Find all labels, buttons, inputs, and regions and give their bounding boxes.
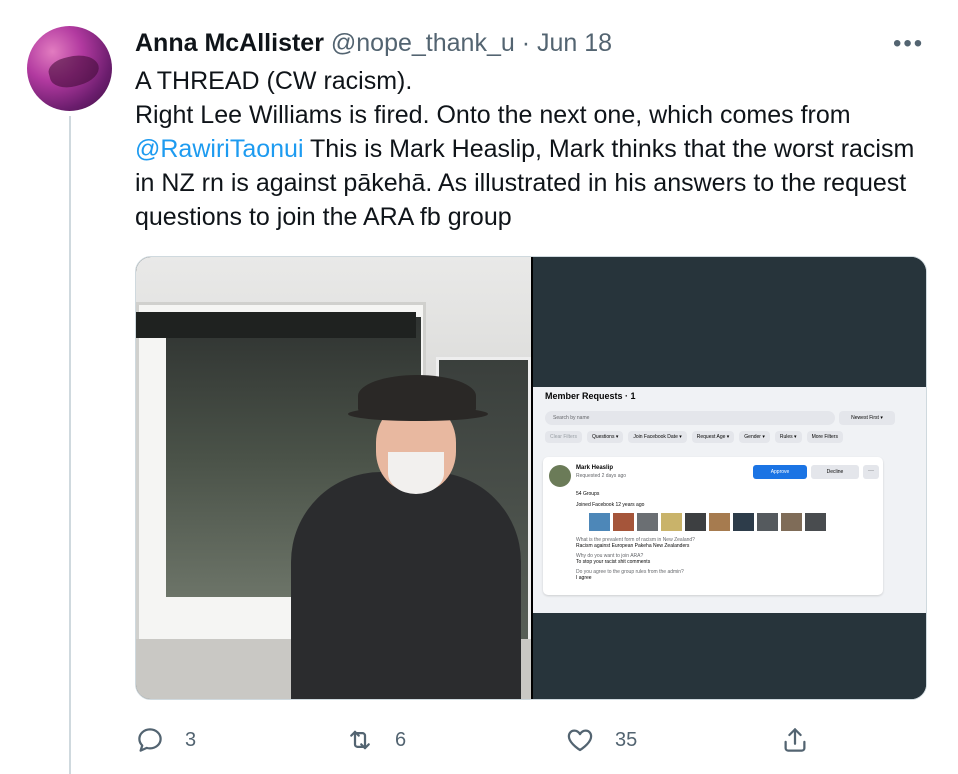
share-icon [784,728,806,752]
fb-filter: Clear Filters [545,431,582,443]
fb-photo [709,513,730,531]
tweet-date[interactable]: Jun 18 [537,29,612,57]
fb-filter: Rules ▾ [774,431,802,443]
reply-icon [138,728,162,752]
fb-search-input: Search by name [545,411,835,425]
photo-man-portrait[interactable] [136,257,531,699]
fb-joined: Joined Facebook 12 years ago [576,502,645,508]
like-count: 35 [615,728,638,751]
fb-avatar [549,465,571,487]
photo-man-beard [388,452,444,494]
fb-photo [781,513,802,531]
fb-title: Member Requests · 1 [545,391,636,401]
fb-q3: Do you agree to the group rules from the… [576,569,684,575]
handle[interactable]: @nope_thank_u [331,29,515,57]
fb-a3: I agree [576,575,592,581]
fb-groups: 54 Groups [576,491,600,497]
fb-screenshot-bottom [533,613,926,699]
tweet-text-line1: A THREAD (CW racism). [135,67,413,95]
fb-member-name: Mark Heaslip [576,465,614,471]
display-name[interactable]: Anna McAllister [135,29,324,57]
photo-awning [136,312,416,338]
fb-approve-button: Approve [753,465,807,479]
mention-link[interactable]: @RawiriTaonui [135,135,304,163]
fb-decline-button: Decline [811,465,859,479]
share-button[interactable] [780,725,810,755]
separator: · [521,29,531,57]
reply-button[interactable]: 3 [135,725,196,755]
retweet-icon [350,730,370,750]
fb-filter: Join Facebook Date ▾ [628,431,687,443]
reply-count: 3 [185,728,197,751]
fb-filters: Clear Filters Questions ▾ Join Facebook … [545,431,843,443]
thread-line [69,116,71,774]
tweet-text-before: Right Lee Williams is fired. Onto the ne… [135,101,851,129]
fb-photo [805,513,826,531]
retweet-button[interactable]: 6 [345,725,406,755]
tweet-header: Anna McAllister @nope_thank_u · Jun 18 [135,28,612,58]
fb-photo [613,513,634,531]
fb-more-button: ··· [863,465,879,479]
fb-photo [637,513,658,531]
fb-a2: To stop your racist shit comments [576,559,651,565]
fb-filter: More Filters [806,431,843,443]
fb-photo [733,513,754,531]
tweet-text-body: Right Lee Williams is fired. Onto the ne… [135,98,935,234]
photo-man-body [291,472,521,699]
photo-man-hat-brim [348,407,488,421]
fb-photos [589,513,826,531]
fb-filter: Gender ▾ [739,431,770,443]
heart-icon [567,729,593,752]
like-button[interactable]: 35 [565,725,637,755]
fb-photo [661,513,682,531]
fb-filter: Request Age ▾ [691,431,735,443]
fb-a1: Racism against European Pakeha New Zeala… [576,543,690,549]
retweet-count: 6 [395,728,407,751]
fb-photo [685,513,706,531]
fb-question-3: Do you agree to the group rules from the… [576,569,684,581]
photo-fb-screenshot[interactable]: Member Requests · 1 Search by name Newes… [533,257,926,699]
avatar[interactable] [27,26,112,111]
fb-photo [757,513,778,531]
more-options-icon[interactable]: ••• [893,32,924,56]
fb-question-2: Why do you want to join ARA? To stop you… [576,553,650,565]
tweet-media[interactable]: Member Requests · 1 Search by name Newes… [135,256,927,700]
fb-question-1: What is the prevalent form of racism in … [576,537,695,549]
fb-sort-dropdown: Newest First ▾ [839,411,895,425]
fb-photo [589,513,610,531]
fb-requested-time: Requested 2 days ago [576,473,627,479]
fb-member-requests-panel: Member Requests · 1 Search by name Newes… [533,387,926,613]
fb-filter: Questions ▾ [586,431,624,443]
fb-request-card: Mark Heaslip Requested 2 days ago Approv… [543,457,883,595]
tweet-text: A THREAD (CW racism). Right Lee Williams… [135,64,935,234]
tweet-actions: 3 6 35 [135,725,835,759]
